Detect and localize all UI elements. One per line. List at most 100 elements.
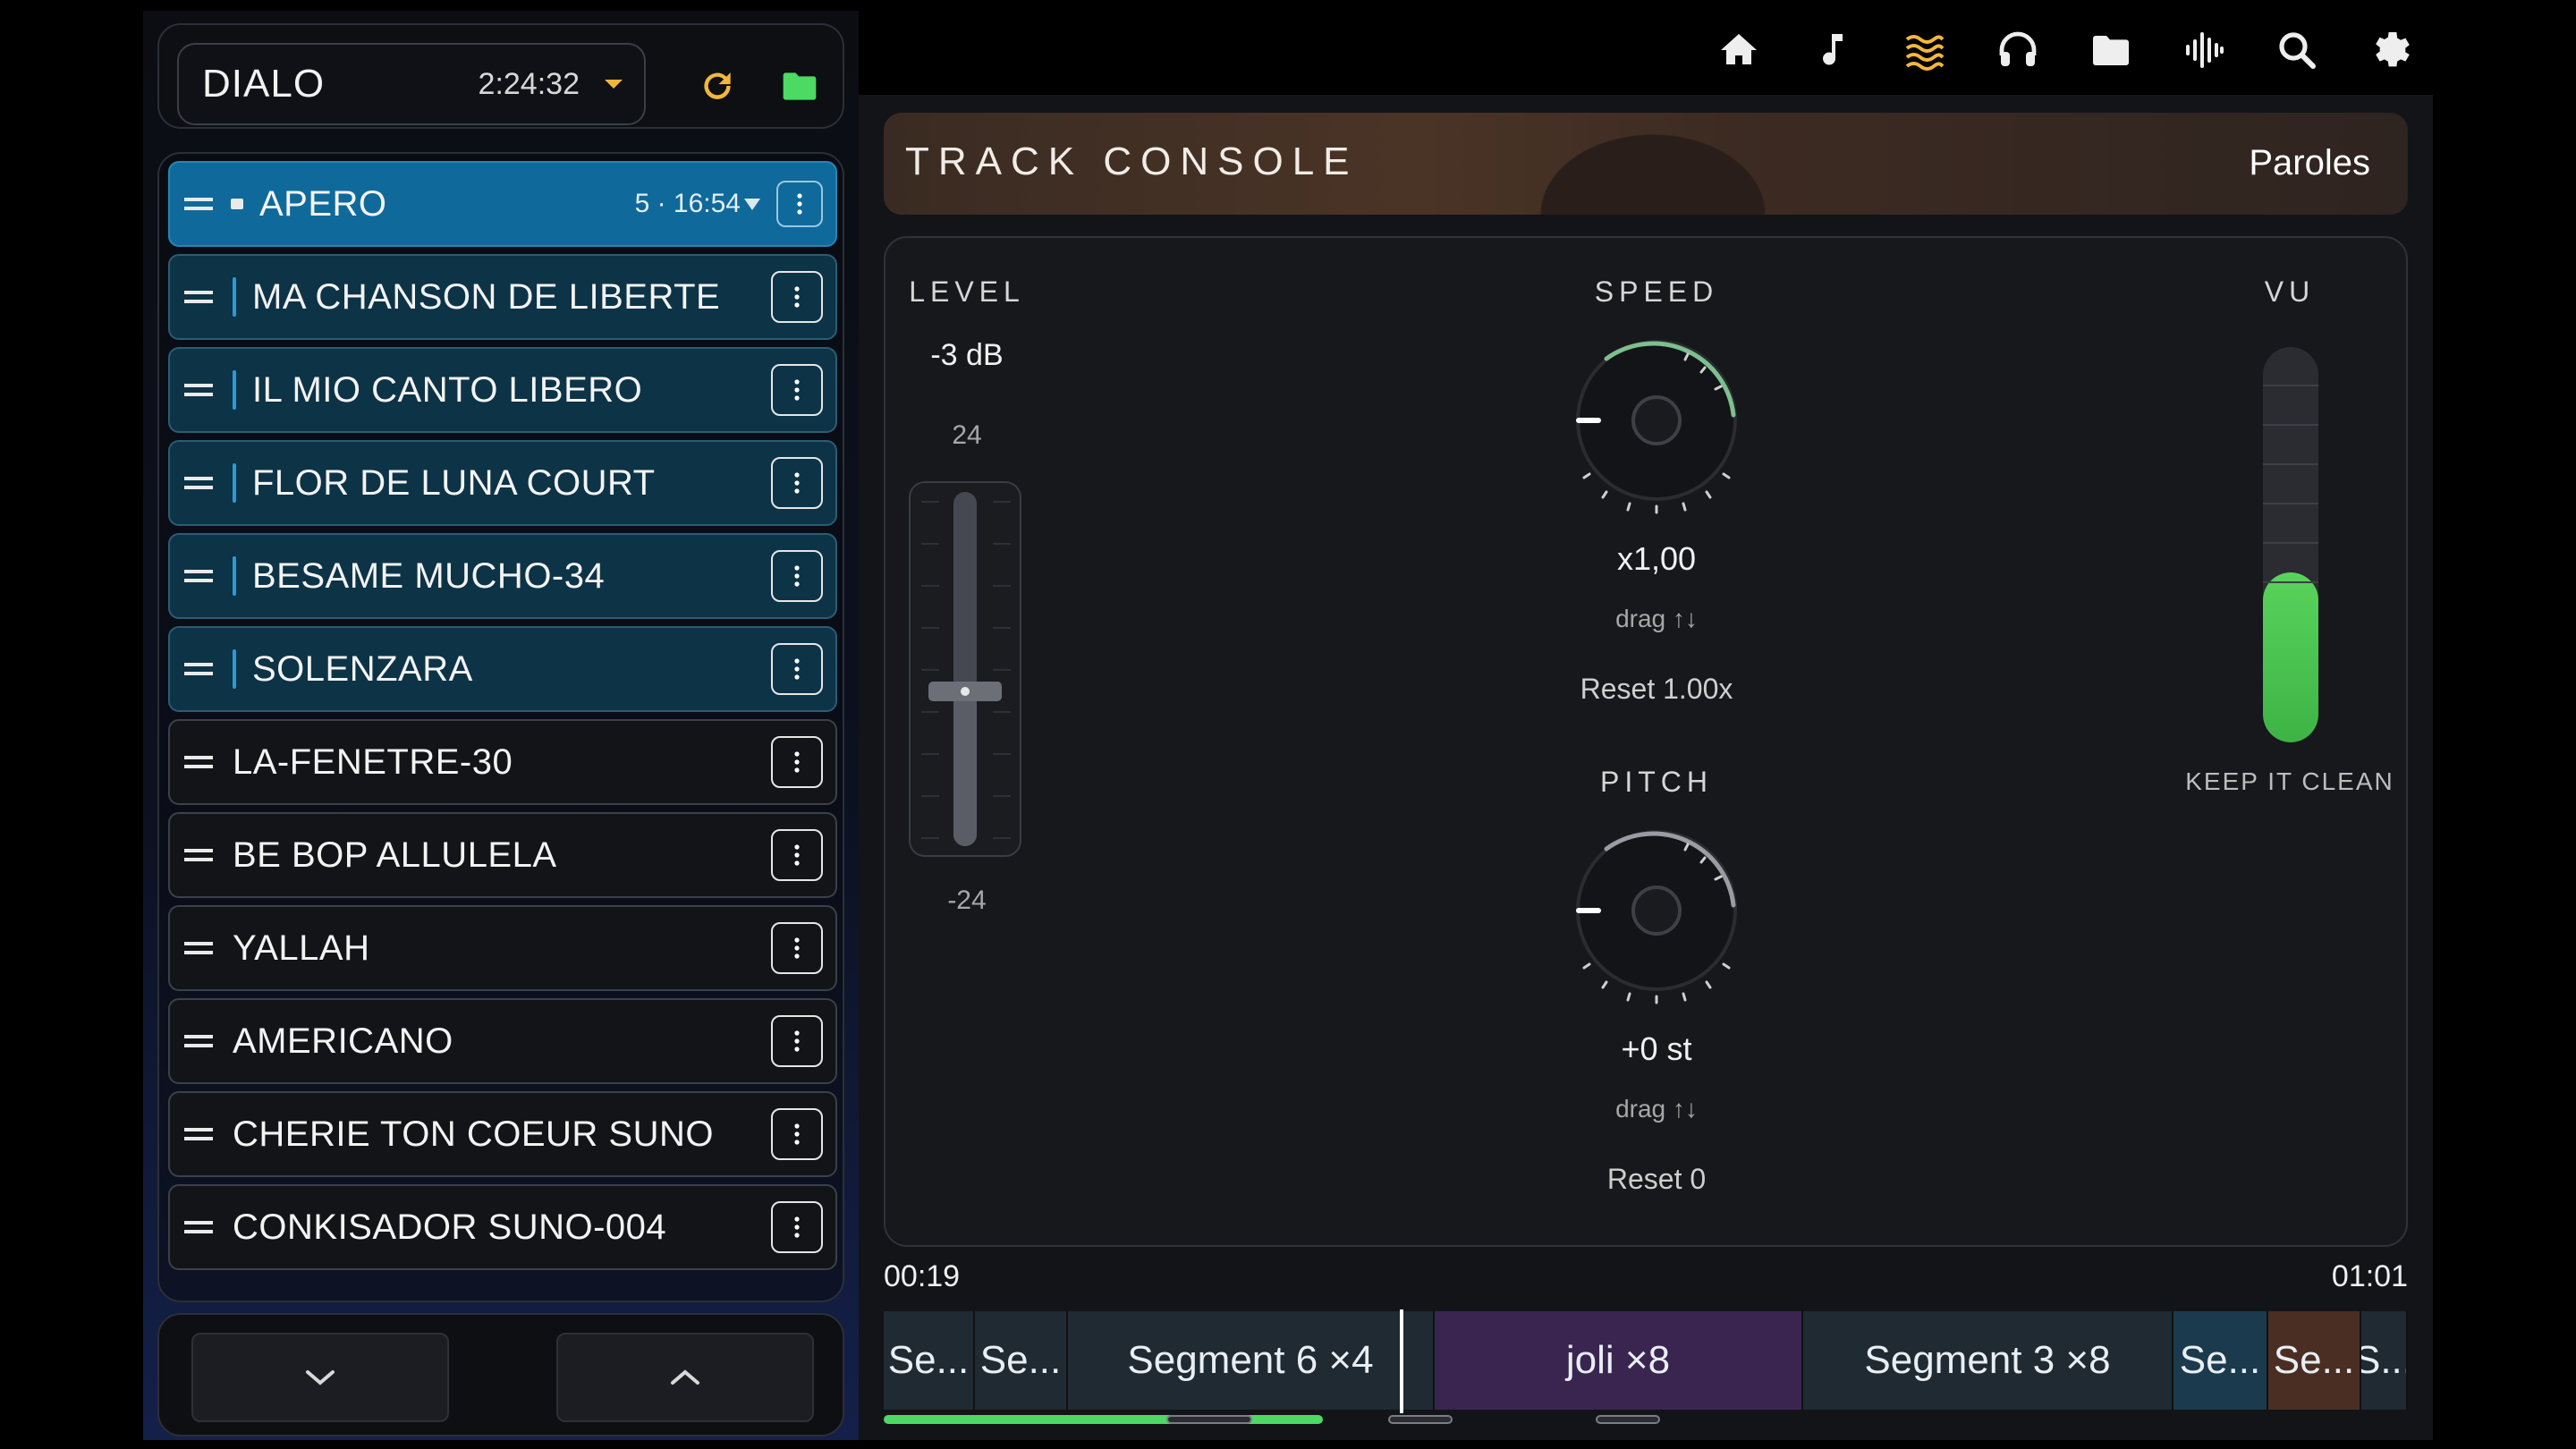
more-vertical-icon [794, 286, 800, 308]
more-menu-button[interactable] [771, 1015, 823, 1067]
more-menu-button[interactable] [771, 643, 823, 695]
more-menu-button[interactable] [771, 736, 823, 788]
song-row[interactable]: CONKISADOR SUNO-004 [168, 1184, 837, 1270]
drag-handle-icon[interactable] [184, 663, 213, 675]
fader-tick [921, 753, 939, 755]
drag-handle-icon[interactable] [184, 756, 213, 768]
vu-scale-line [2263, 581, 2318, 583]
fader-tick [993, 543, 1011, 545]
vu-scale-line [2263, 542, 2318, 544]
fader-tick [921, 501, 939, 503]
more-menu-button[interactable] [771, 1201, 823, 1253]
pitch-reset-button[interactable]: Reset 0 [1478, 1163, 1835, 1196]
music-note-icon[interactable] [1810, 29, 1853, 72]
song-row[interactable]: YALLAH [168, 905, 837, 991]
more-menu-button[interactable] [776, 181, 823, 227]
set-summary: 5 · 16:54 [634, 189, 741, 218]
playback-progress[interactable] [884, 1415, 1323, 1424]
timeline-segment[interactable]: Se... [975, 1311, 1068, 1410]
level-max-label: 24 [952, 420, 982, 450]
timeline-segment[interactable]: Se... [2174, 1311, 2268, 1410]
drag-handle-icon[interactable] [184, 291, 213, 303]
song-row[interactable]: CHERIE TON COEUR SUNO [168, 1091, 837, 1177]
song-title: SOLENZARA [252, 648, 473, 689]
scroll-down-button[interactable] [191, 1333, 449, 1422]
vu-scale-line [2263, 463, 2318, 465]
song-row[interactable]: IL MIO CANTO LIBERO [168, 347, 837, 433]
song-row[interactable]: BESAME MUCHO-34 [168, 533, 837, 619]
more-menu-button[interactable] [771, 364, 823, 416]
scroll-up-button[interactable] [556, 1333, 814, 1422]
level-min-label: -24 [947, 886, 987, 915]
lyrics-button[interactable]: Paroles [2249, 143, 2370, 183]
timeline-segment[interactable]: S... [2361, 1311, 2408, 1410]
gear-icon[interactable] [2368, 29, 2411, 72]
song-row[interactable]: FLOR DE LUNA COURT [168, 440, 837, 526]
home-icon[interactable] [1717, 29, 1760, 72]
playhead[interactable] [1400, 1309, 1404, 1413]
pitch-label: PITCH [1600, 766, 1713, 798]
setlist-group-apero[interactable]: APERO 5 · 16:54 [168, 161, 837, 247]
fader-tick [921, 795, 939, 797]
pitch-knob[interactable] [1558, 812, 1755, 1009]
headphones-icon[interactable] [1996, 29, 2039, 72]
project-select[interactable]: DIALO 2:24:32 [177, 43, 646, 125]
refresh-icon[interactable] [698, 66, 737, 106]
song-row[interactable]: SOLENZARA [168, 626, 837, 712]
more-menu-button[interactable] [771, 271, 823, 323]
vu-scale-line [2263, 424, 2318, 426]
fader-thumb[interactable] [928, 681, 1002, 701]
more-vertical-icon [794, 379, 800, 401]
timeline-segment[interactable]: Se... [2268, 1311, 2361, 1410]
song-title: LA-FENETRE-30 [233, 741, 513, 782]
drag-handle-icon[interactable] [184, 198, 213, 210]
set-title: APERO [259, 183, 387, 224]
folder-icon[interactable] [2089, 29, 2132, 72]
waves-icon[interactable] [1903, 29, 1946, 72]
more-menu-button[interactable] [771, 829, 823, 881]
drag-handle-icon[interactable] [184, 1221, 213, 1233]
speed-knob[interactable] [1558, 322, 1755, 519]
segment-marker [1388, 1415, 1453, 1424]
project-duration: 2:24:32 [478, 66, 580, 101]
song-row[interactable]: AMERICANO [168, 998, 837, 1084]
drag-handle-icon[interactable] [184, 477, 213, 489]
folder-icon[interactable] [780, 66, 819, 106]
chevron-down-icon [306, 1370, 335, 1385]
song-row[interactable]: BE BOP ALLULELA [168, 812, 837, 898]
drag-handle-icon[interactable] [184, 1035, 213, 1047]
drag-handle-icon[interactable] [184, 1128, 213, 1140]
drag-handle-icon[interactable] [184, 570, 213, 582]
more-vertical-icon [794, 1123, 800, 1145]
segment-timeline[interactable]: Se... Se... Segment 6 ×4 joli ×8 Segment 3 ×… [884, 1311, 2408, 1410]
vu-scale-line [2263, 385, 2318, 386]
waveform-icon[interactable] [2182, 29, 2225, 72]
chevron-down-icon[interactable] [744, 198, 760, 210]
song-row[interactable]: LA-FENETRE-30 [168, 719, 837, 805]
fader-tick [993, 753, 1011, 755]
more-menu-button[interactable] [771, 1108, 823, 1160]
drag-handle-icon[interactable] [184, 942, 213, 954]
timeline-segment[interactable]: Se... [884, 1311, 975, 1410]
fader-tick [921, 585, 939, 587]
set-indicator [233, 277, 236, 317]
drag-handle-icon[interactable] [184, 384, 213, 396]
song-row[interactable]: MA CHANSON DE LIBERTE [168, 254, 837, 340]
search-icon[interactable] [2275, 29, 2318, 72]
timeline-segment[interactable]: Segment 3 ×8 [1803, 1311, 2174, 1410]
more-menu-button[interactable] [771, 922, 823, 974]
timeline-segment[interactable]: joli ×8 [1435, 1311, 1803, 1410]
vu-fill [2263, 572, 2318, 742]
drag-handle-icon[interactable] [184, 849, 213, 861]
song-title: IL MIO CANTO LIBERO [252, 369, 643, 410]
more-menu-button[interactable] [771, 457, 823, 509]
more-menu-button[interactable] [771, 550, 823, 602]
timeline-segment[interactable]: Segment 6 ×4 [1068, 1311, 1435, 1410]
project-header: DIALO 2:24:32 [157, 23, 844, 129]
level-fader[interactable] [909, 481, 1021, 857]
song-list[interactable]: APERO 5 · 16:54 MA CHANSON DE LIBERTE IL … [157, 152, 844, 1302]
level-value: -3 dB [930, 338, 1004, 372]
fader-tick [993, 711, 1011, 713]
speed-reset-button[interactable]: Reset 1.00x [1478, 673, 1835, 706]
time-start: 00:19 [884, 1259, 961, 1293]
